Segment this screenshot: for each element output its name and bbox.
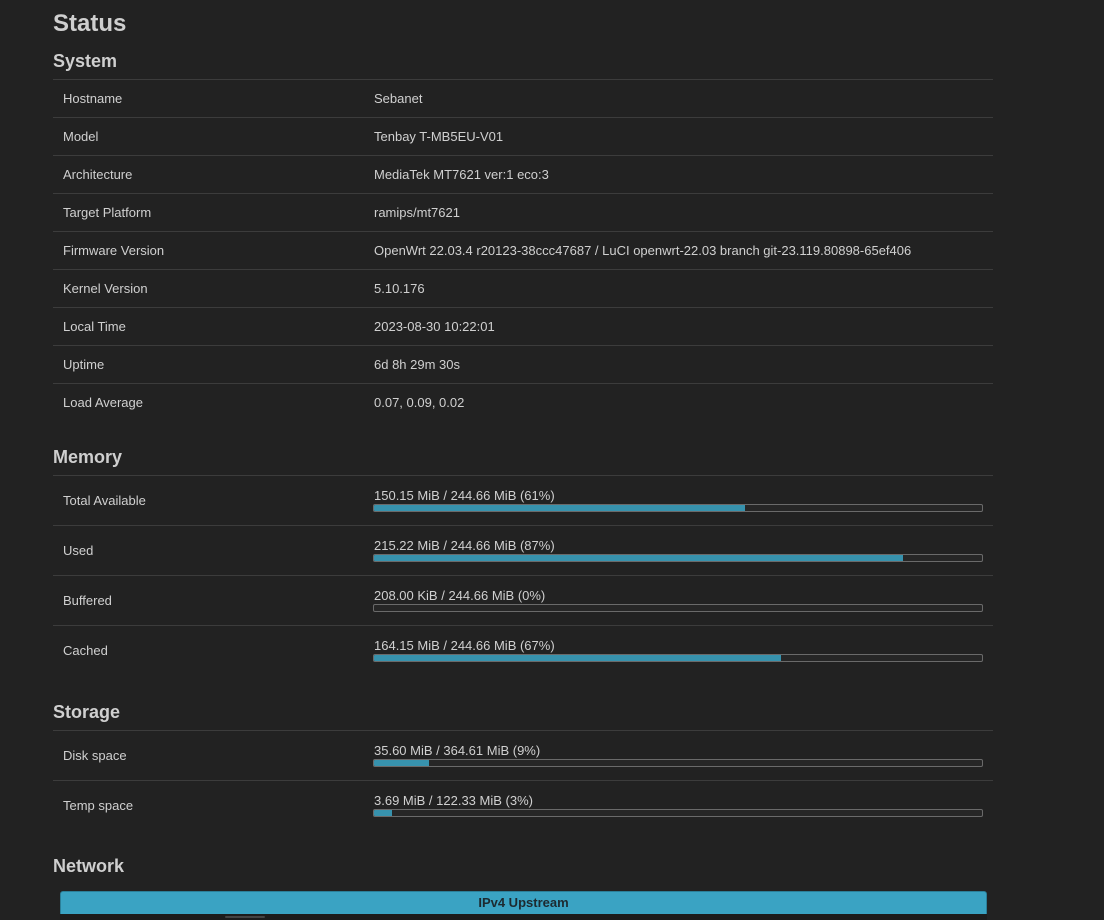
row-value: Sebanet	[374, 91, 423, 106]
progress-fill	[374, 555, 903, 561]
row-value: 0.07, 0.09, 0.02	[374, 395, 465, 410]
memory-section-title: Memory	[53, 447, 123, 467]
system-row-hostname: Hostname Sebanet	[53, 80, 993, 118]
progress-fill	[374, 760, 429, 766]
storage-row-disk-space: Disk space 35.60 MiB / 364.61 MiB (9%)	[53, 731, 993, 781]
row-value: 6d 8h 29m 30s	[374, 357, 461, 372]
progress-text: 164.15 MiB / 244.66 MiB (67%)	[374, 638, 555, 653]
row-label: Load Average	[63, 395, 143, 410]
storage-row-temp-space: Temp space 3.69 MiB / 122.33 MiB (3%)	[53, 781, 993, 830]
row-value: 2023-08-30 10:22:01	[374, 319, 495, 334]
storage-section-title: Storage	[53, 702, 121, 722]
row-label: Model	[63, 129, 99, 144]
row-value: ramips/mt7621	[374, 205, 460, 220]
row-label: Cached	[63, 643, 108, 658]
progress-text: 150.15 MiB / 244.66 MiB (61%)	[374, 488, 555, 503]
row-label: Used	[63, 543, 94, 558]
progress-bar	[373, 504, 983, 512]
system-row-model: Model Tenbay T-MB5EU-V01	[53, 118, 993, 156]
system-row-load-average: Load Average 0.07, 0.09, 0.02	[53, 384, 993, 421]
system-section-title: System	[53, 51, 118, 71]
ipv4-upstream-body	[60, 914, 987, 920]
progress-text: 3.69 MiB / 122.33 MiB (3%)	[374, 793, 533, 808]
progress-fill	[374, 655, 782, 661]
progress-bar	[373, 654, 983, 662]
progress-bar	[373, 809, 983, 817]
row-label: Firmware Version	[63, 243, 165, 258]
progress-text: 35.60 MiB / 364.61 MiB (9%)	[374, 743, 541, 758]
system-row-uptime: Uptime 6d 8h 29m 30s	[53, 346, 993, 384]
status-page: Status System Hostname Sebanet Model Ten…	[0, 0, 1104, 920]
row-value: 5.10.176	[374, 281, 425, 296]
row-value: OpenWrt 22.03.4 r20123-38ccc47687 / LuCI…	[374, 243, 912, 258]
progress-text: 215.22 MiB / 244.66 MiB (87%)	[374, 538, 555, 553]
row-label: Disk space	[63, 748, 127, 763]
memory-row-used: Used 215.22 MiB / 244.66 MiB (87%)	[53, 526, 993, 576]
memory-row-cached: Cached 164.15 MiB / 244.66 MiB (67%)	[53, 626, 993, 675]
storage-table: Disk space 35.60 MiB / 364.61 MiB (9%) T…	[53, 730, 993, 830]
progress-text: 208.00 KiB / 244.66 MiB (0%)	[374, 588, 546, 603]
row-label: Local Time	[63, 319, 126, 334]
network-section-title: Network	[53, 856, 125, 876]
memory-row-buffered: Buffered 208.00 KiB / 244.66 MiB (0%)	[53, 576, 993, 626]
row-label: Temp space	[63, 798, 134, 813]
page-title: Status	[53, 10, 127, 37]
system-row-kernel-version: Kernel Version 5.10.176	[53, 270, 993, 308]
system-row-target-platform: Target Platform ramips/mt7621	[53, 194, 993, 232]
system-row-firmware-version: Firmware Version OpenWrt 22.03.4 r20123-…	[53, 232, 993, 270]
row-label: Uptime	[63, 357, 105, 372]
row-label: Total Available	[63, 493, 146, 508]
row-value: Tenbay T-MB5EU-V01	[374, 129, 504, 144]
system-row-local-time: Local Time 2023-08-30 10:22:01	[53, 308, 993, 346]
progress-bar	[373, 759, 983, 767]
row-value: MediaTek MT7621 ver:1 eco:3	[374, 167, 549, 182]
row-label: Hostname	[63, 91, 123, 106]
system-table: Hostname Sebanet Model Tenbay T-MB5EU-V0…	[53, 79, 993, 421]
progress-bar	[373, 554, 983, 562]
row-label: Buffered	[63, 593, 112, 608]
row-label: Architecture	[63, 167, 133, 182]
memory-row-total-available: Total Available 150.15 MiB / 244.66 MiB …	[53, 476, 993, 526]
row-label: Target Platform	[63, 205, 152, 220]
progress-bar	[373, 604, 983, 612]
progress-fill	[374, 505, 745, 511]
system-row-architecture: Architecture MediaTek MT7621 ver:1 eco:3	[53, 156, 993, 194]
network-divider	[225, 916, 265, 918]
ipv4-upstream-header: IPv4 Upstream	[60, 891, 987, 915]
memory-table: Total Available 150.15 MiB / 244.66 MiB …	[53, 475, 993, 675]
row-label: Kernel Version	[63, 281, 148, 296]
progress-fill	[374, 810, 393, 816]
